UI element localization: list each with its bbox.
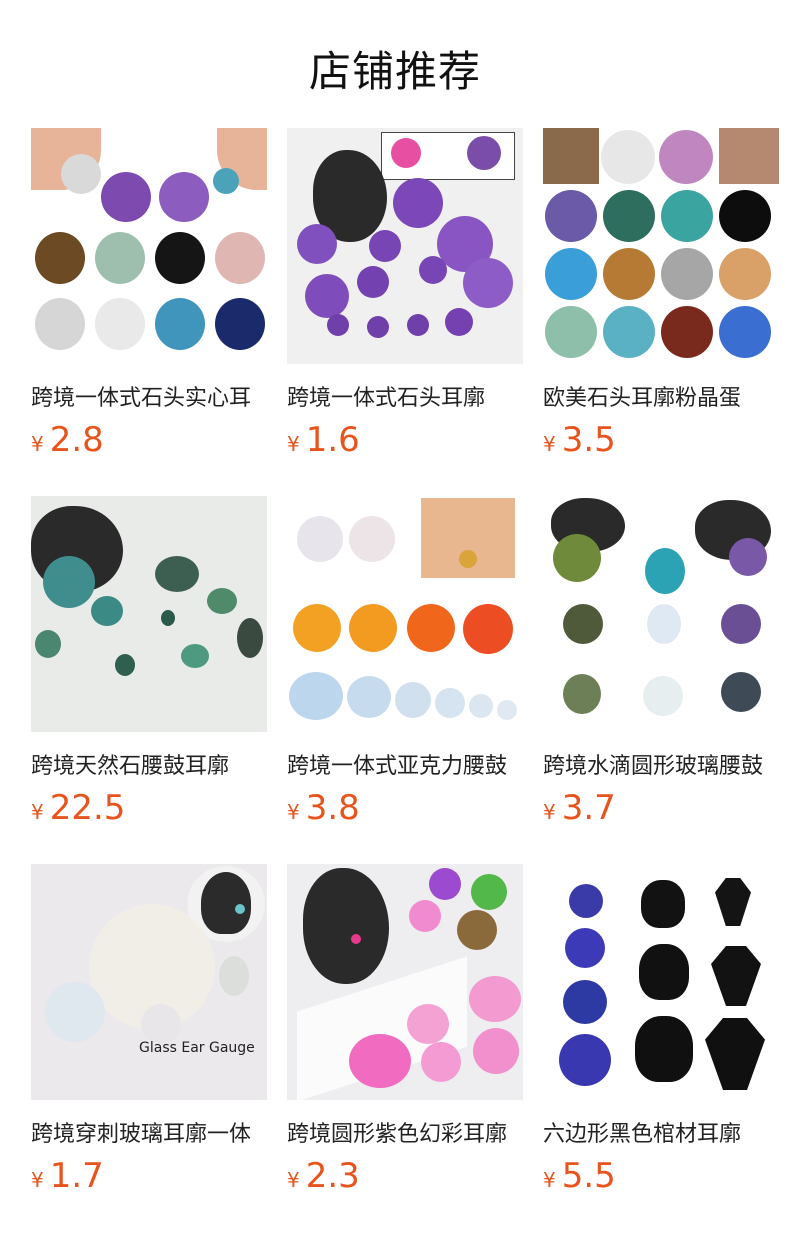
product-name[interactable]: 跨境圆形紫色幻彩耳廓	[287, 1116, 523, 1148]
product-card[interactable]: 六边形黑色棺材耳廓 ¥5.5	[543, 864, 779, 1196]
product-price: ¥1.6	[287, 420, 360, 460]
product-name[interactable]: 跨境水滴圆形玻璃腰鼓	[543, 748, 779, 780]
product-card[interactable]: 跨境一体式石头耳廓 ¥1.6	[287, 128, 523, 460]
product-card[interactable]: 跨境圆形紫色幻彩耳廓 ¥2.3	[287, 864, 523, 1196]
product-image[interactable]	[287, 128, 523, 364]
product-card[interactable]: Glass Ear Gauge 跨境穿刺玻璃耳廓一体 ¥1.7	[31, 864, 267, 1196]
product-image[interactable]	[543, 128, 779, 364]
product-image[interactable]	[543, 496, 779, 732]
product-card[interactable]: 欧美石头耳廓粉晶蛋 ¥3.5	[543, 128, 779, 460]
product-price: ¥2.3	[287, 1156, 360, 1196]
product-card[interactable]: 跨境水滴圆形玻璃腰鼓 ¥3.7	[543, 496, 779, 828]
product-price: ¥2.8	[31, 420, 104, 460]
product-price: ¥3.5	[543, 420, 616, 460]
product-price: ¥22.5	[31, 788, 126, 828]
product-price: ¥5.5	[543, 1156, 616, 1196]
product-image[interactable]	[287, 864, 523, 1100]
product-card[interactable]: 跨境一体式石头实心耳 ¥2.8	[31, 128, 267, 460]
product-image[interactable]	[31, 128, 267, 364]
product-card[interactable]: 跨境一体式亚克力腰鼓 ¥3.8	[287, 496, 523, 828]
product-name[interactable]: 跨境一体式亚克力腰鼓	[287, 748, 523, 780]
section-title: 店铺推荐	[308, 47, 481, 96]
product-name[interactable]: 跨境一体式石头耳廓	[287, 380, 523, 412]
product-name[interactable]: 欧美石头耳廓粉晶蛋	[543, 380, 779, 412]
product-name[interactable]: 跨境一体式石头实心耳	[31, 380, 267, 412]
product-image[interactable]	[287, 496, 523, 732]
product-name[interactable]: 跨境穿刺玻璃耳廓一体	[31, 1116, 267, 1148]
product-price: ¥3.8	[287, 788, 360, 828]
image-caption: Glass Ear Gauge	[139, 1040, 255, 1056]
product-card[interactable]: 跨境天然石腰鼓耳廓 ¥22.5	[31, 496, 267, 828]
product-image[interactable]: Glass Ear Gauge	[31, 864, 267, 1100]
product-price: ¥3.7	[543, 788, 616, 828]
product-image[interactable]	[543, 864, 779, 1100]
product-image[interactable]	[31, 496, 267, 732]
product-name[interactable]: 跨境天然石腰鼓耳廓	[31, 748, 267, 780]
product-name[interactable]: 六边形黑色棺材耳廓	[543, 1116, 779, 1148]
product-price: ¥1.7	[31, 1156, 104, 1196]
